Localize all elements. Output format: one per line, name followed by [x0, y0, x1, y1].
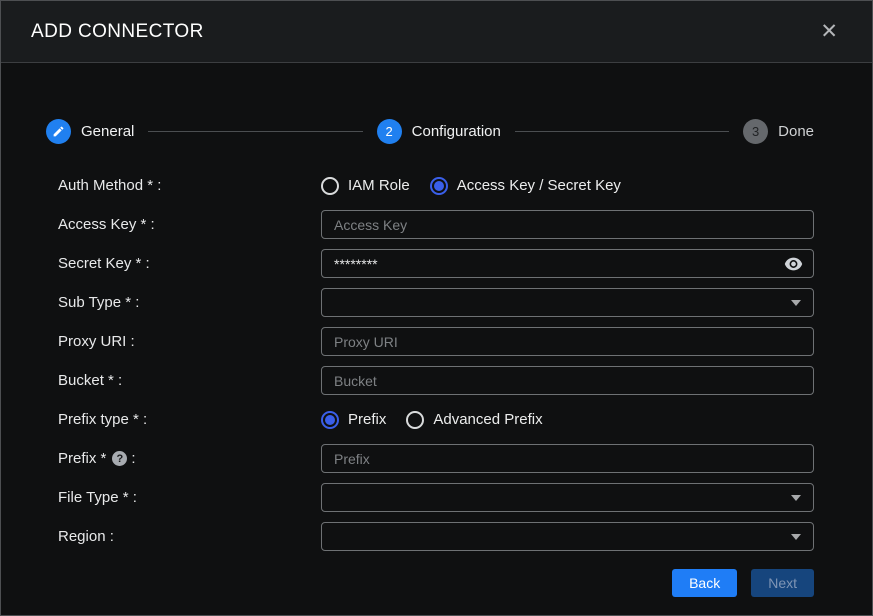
form-row-sub-type: Sub Type * :	[46, 283, 814, 322]
prefix-type-label: Prefix type * :	[46, 411, 321, 428]
form-row-proxy-uri: Proxy URI :	[46, 322, 814, 361]
radio-icon	[321, 411, 339, 429]
prefix-type-radio-group: Prefix Advanced Prefix	[321, 411, 814, 429]
dialog-title: ADD CONNECTOR	[31, 21, 204, 43]
form-row-prefix: Prefix * ? :	[46, 439, 814, 478]
radio-icon	[430, 177, 448, 195]
file-type-select[interactable]	[321, 483, 814, 512]
form-row-file-type: File Type * :	[46, 478, 814, 517]
form-row-bucket: Bucket * :	[46, 361, 814, 400]
dialog-body: General 2 Configuration 3 Done Auth Meth…	[1, 63, 872, 615]
step-general[interactable]: General	[46, 119, 134, 144]
step-2-indicator: 2	[377, 119, 402, 144]
step-connector-line	[515, 131, 729, 132]
step-done-label: Done	[778, 123, 814, 140]
region-label: Region :	[46, 528, 321, 545]
radio-prefix[interactable]: Prefix	[321, 411, 386, 429]
radio-iam-role[interactable]: IAM Role	[321, 177, 410, 195]
step-general-label: General	[81, 123, 134, 140]
proxy-uri-label: Proxy URI :	[46, 333, 321, 350]
file-type-label: File Type * :	[46, 489, 321, 506]
access-key-input[interactable]	[321, 210, 814, 239]
next-button[interactable]: Next	[751, 569, 814, 597]
form-row-secret-key: Secret Key * :	[46, 244, 814, 283]
radio-access-key-label: Access Key / Secret Key	[457, 177, 621, 194]
chevron-down-icon	[791, 300, 801, 306]
step-3-indicator: 3	[743, 119, 768, 144]
dialog-footer: Back Next	[46, 569, 814, 597]
region-select[interactable]	[321, 522, 814, 551]
bucket-label: Bucket * :	[46, 372, 321, 389]
step-done: 3 Done	[743, 119, 814, 144]
form-row-auth-method: Auth Method * : IAM Role Access Key / Se…	[46, 166, 814, 205]
secret-key-label: Secret Key * :	[46, 255, 321, 272]
form-row-region: Region :	[46, 517, 814, 556]
form-row-access-key: Access Key * :	[46, 205, 814, 244]
prefix-label: Prefix * ? :	[46, 450, 321, 467]
radio-advanced-prefix-label: Advanced Prefix	[433, 411, 542, 428]
eye-icon[interactable]	[784, 257, 803, 270]
step-configuration-label: Configuration	[412, 123, 501, 140]
radio-advanced-prefix[interactable]: Advanced Prefix	[406, 411, 542, 429]
chevron-down-icon	[791, 495, 801, 501]
bucket-input[interactable]	[321, 366, 814, 395]
radio-access-key-secret-key[interactable]: Access Key / Secret Key	[430, 177, 621, 195]
prefix-label-text: Prefix *	[58, 450, 106, 467]
auth-method-label: Auth Method * :	[46, 177, 321, 194]
close-icon[interactable]: ✕	[816, 19, 842, 44]
dialog-header: ADD CONNECTOR ✕	[1, 1, 872, 63]
form-row-prefix-type: Prefix type * : Prefix Advanced Prefix	[46, 400, 814, 439]
radio-iam-role-label: IAM Role	[348, 177, 410, 194]
radio-prefix-label: Prefix	[348, 411, 386, 428]
access-key-label: Access Key * :	[46, 216, 321, 233]
wizard-stepper: General 2 Configuration 3 Done	[46, 119, 814, 144]
secret-key-input[interactable]	[321, 249, 814, 278]
chevron-down-icon	[791, 534, 801, 540]
radio-icon	[406, 411, 424, 429]
step-configuration[interactable]: 2 Configuration	[377, 119, 501, 144]
step-connector-line	[148, 131, 362, 132]
pencil-icon	[46, 119, 71, 144]
proxy-uri-input[interactable]	[321, 327, 814, 356]
help-icon[interactable]: ?	[112, 451, 127, 466]
sub-type-select[interactable]	[321, 288, 814, 317]
connector-form: Auth Method * : IAM Role Access Key / Se…	[46, 166, 814, 556]
radio-icon	[321, 177, 339, 195]
sub-type-label: Sub Type * :	[46, 294, 321, 311]
prefix-input[interactable]	[321, 444, 814, 473]
prefix-label-colon: :	[131, 450, 135, 467]
auth-method-radio-group: IAM Role Access Key / Secret Key	[321, 177, 814, 195]
back-button[interactable]: Back	[672, 569, 737, 597]
add-connector-dialog: ADD CONNECTOR ✕ General 2 Configuration …	[0, 0, 873, 616]
